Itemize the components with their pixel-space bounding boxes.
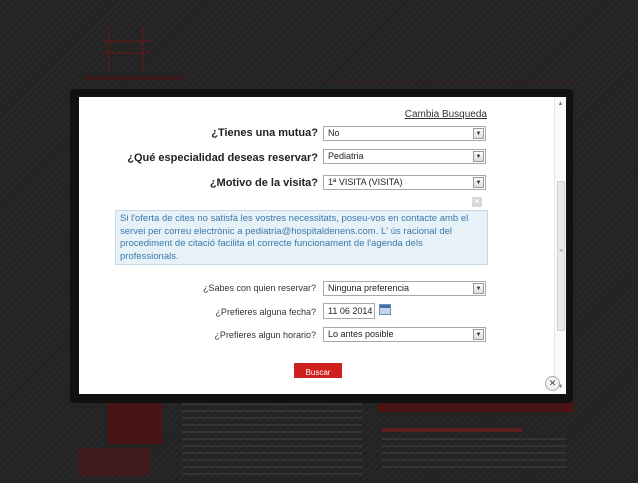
chevron-down-icon: ▼ — [473, 151, 484, 162]
quien-select[interactable]: Ninguna preferencia ▼ — [323, 281, 486, 296]
fecha-label: ¿Prefieres alguna fecha? — [215, 307, 316, 317]
sidebar-title — [78, 448, 150, 476]
buscar-button[interactable]: Buscar — [294, 363, 342, 378]
right-column-text — [382, 438, 566, 472]
motivo-value: 1ª VISITA (VISITA) — [328, 177, 403, 187]
mutua-select[interactable]: No ▼ — [323, 126, 486, 141]
chevron-down-icon: ▼ — [473, 128, 484, 139]
sidebar-banner — [108, 398, 162, 444]
modal-scrollbar[interactable]: ▲ ▼ — [554, 97, 566, 394]
logo-caption — [84, 76, 184, 80]
mutua-label: ¿Tienes una mutua? — [211, 127, 318, 139]
horario-value: Lo antes posible — [328, 329, 394, 339]
close-small-icon[interactable]: ✕ — [472, 197, 482, 207]
chevron-down-icon: ▼ — [473, 177, 484, 188]
calendar-icon[interactable] — [379, 304, 391, 315]
close-icon[interactable]: ✕ — [545, 376, 560, 391]
fecha-input[interactable]: 11 06 2014 — [323, 303, 375, 319]
hospital-logo — [102, 28, 150, 72]
scroll-up-icon[interactable]: ▲ — [555, 99, 566, 109]
motivo-label: ¿Motivo de la visita? — [209, 177, 318, 189]
right-column-link — [382, 428, 522, 432]
especialidad-value: Pediatria — [328, 151, 364, 161]
cambia-busqueda-link[interactable]: Cambia Busqueda — [405, 109, 487, 120]
motivo-select[interactable]: 1ª VISITA (VISITA) ▼ — [323, 175, 486, 190]
especialidad-select[interactable]: Pediatria ▼ — [323, 149, 486, 164]
horario-select[interactable]: Lo antes posible ▼ — [323, 327, 486, 342]
reservation-modal: Cambia Busqueda ¿Tienes una mutua? No ▼ … — [79, 97, 566, 394]
article-text — [182, 396, 362, 476]
quien-value: Ninguna preferencia — [328, 283, 410, 293]
scrollbar-thumb[interactable] — [557, 181, 565, 331]
quien-label: ¿Sabes con quien reservar? — [202, 283, 316, 293]
especialidad-label: ¿Qué especialidad deseas reservar? — [127, 152, 318, 164]
mutua-value: No — [328, 128, 340, 138]
chevron-down-icon: ▼ — [473, 283, 484, 294]
chevron-down-icon: ▼ — [473, 329, 484, 340]
top-navigation — [326, 74, 576, 82]
info-message: Si l'oferta de cites no satisfà les vost… — [115, 210, 488, 265]
horario-label: ¿Prefieres algun horario? — [214, 330, 316, 340]
